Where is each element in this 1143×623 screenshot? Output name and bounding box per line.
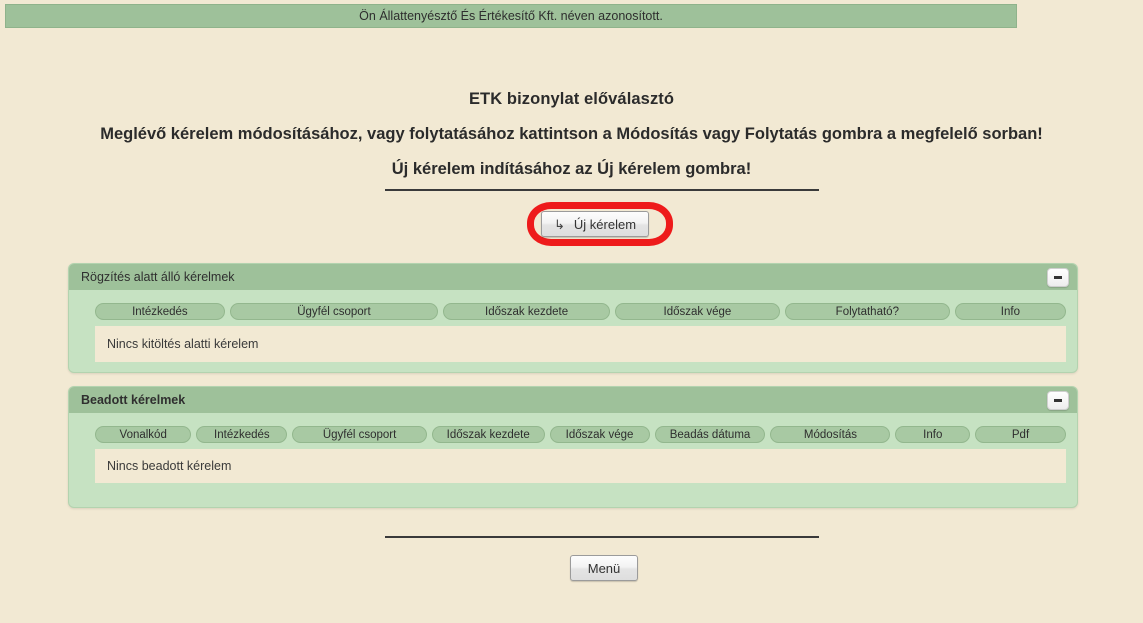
column-header[interactable]: Időszak kezdete [431, 426, 545, 443]
column-header[interactable]: Beadás dátuma [654, 426, 766, 443]
panel-submitted: Beadott kérelmek Vonalkód Intézkedés Ügyfé… [68, 386, 1078, 508]
column-header[interactable]: Ügyfél csoport [292, 426, 427, 443]
page-title: ETK bizonylat előválasztó [468, 90, 675, 108]
drafts-column-header-row: Intézkedés Ügyfél csoport Időszak kezdete I… [95, 303, 1067, 320]
panel-drafts-header: Rögzítés alatt álló kérelmek [69, 264, 1077, 290]
column-header[interactable]: Info [954, 303, 1067, 320]
column-header[interactable]: Időszak kezdete [443, 303, 610, 320]
new-request-button-area: ↳ Új kérelem [527, 202, 673, 246]
minus-icon[interactable] [1047, 391, 1069, 410]
column-header[interactable]: Vonalkód [95, 426, 192, 443]
column-header[interactable]: Ügyfél csoport [229, 303, 439, 320]
panel-submitted-header: Beadott kérelmek [69, 387, 1077, 413]
panel-submitted-body: Vonalkód Intézkedés Ügyfél csoport Időszak … [69, 413, 1077, 494]
panel-submitted-title: Beadott kérelmek [81, 393, 186, 407]
divider-bottom [385, 536, 819, 538]
column-header[interactable]: Folytatható? [784, 303, 950, 320]
column-header[interactable]: Info [895, 426, 971, 443]
panel-drafts-body: Intézkedés Ügyfél csoport Időszak kezdete I… [69, 290, 1077, 373]
column-header[interactable]: Intézkedés [196, 426, 288, 443]
corner-arrow-icon: ↳ [554, 216, 565, 232]
submitted-column-header-row: Vonalkód Intézkedés Ügyfél csoport Időszak … [95, 426, 1066, 443]
minus-icon[interactable] [1047, 268, 1069, 287]
instruction-line-1: Meglévő kérelem módosításához, vagy foly… [100, 125, 1043, 143]
instruction-line-2: Új kérelem indításához az Új kérelem gom… [391, 160, 752, 178]
divider-top [385, 189, 819, 191]
identification-banner-text: Ön Állattenyésztő És Értékesítő Kft. név… [359, 9, 663, 23]
page-heading-block: ETK bizonylat előválasztó Meglévő kérele… [0, 86, 1143, 182]
column-header[interactable]: Pdf [975, 426, 1066, 443]
panel-drafts-title: Rögzítés alatt álló kérelmek [81, 270, 235, 284]
new-request-button-label: Új kérelem [573, 216, 637, 232]
new-request-button[interactable]: ↳ Új kérelem [541, 211, 650, 237]
drafts-empty-message: Nincs kitöltés alatti kérelem [95, 326, 1066, 362]
column-header[interactable]: Intézkedés [95, 303, 225, 320]
submitted-empty-message: Nincs beadott kérelem [95, 449, 1066, 483]
column-header[interactable]: Időszak vége [549, 426, 650, 443]
column-header[interactable]: Módosítás [770, 426, 891, 443]
column-header[interactable]: Időszak vége [614, 303, 780, 320]
menu-button[interactable]: Menü [570, 555, 638, 581]
panel-drafts: Rögzítés alatt álló kérelmek Intézkedés Ü… [68, 263, 1078, 373]
identification-banner: Ön Állattenyésztő És Értékesítő Kft. név… [5, 4, 1017, 28]
